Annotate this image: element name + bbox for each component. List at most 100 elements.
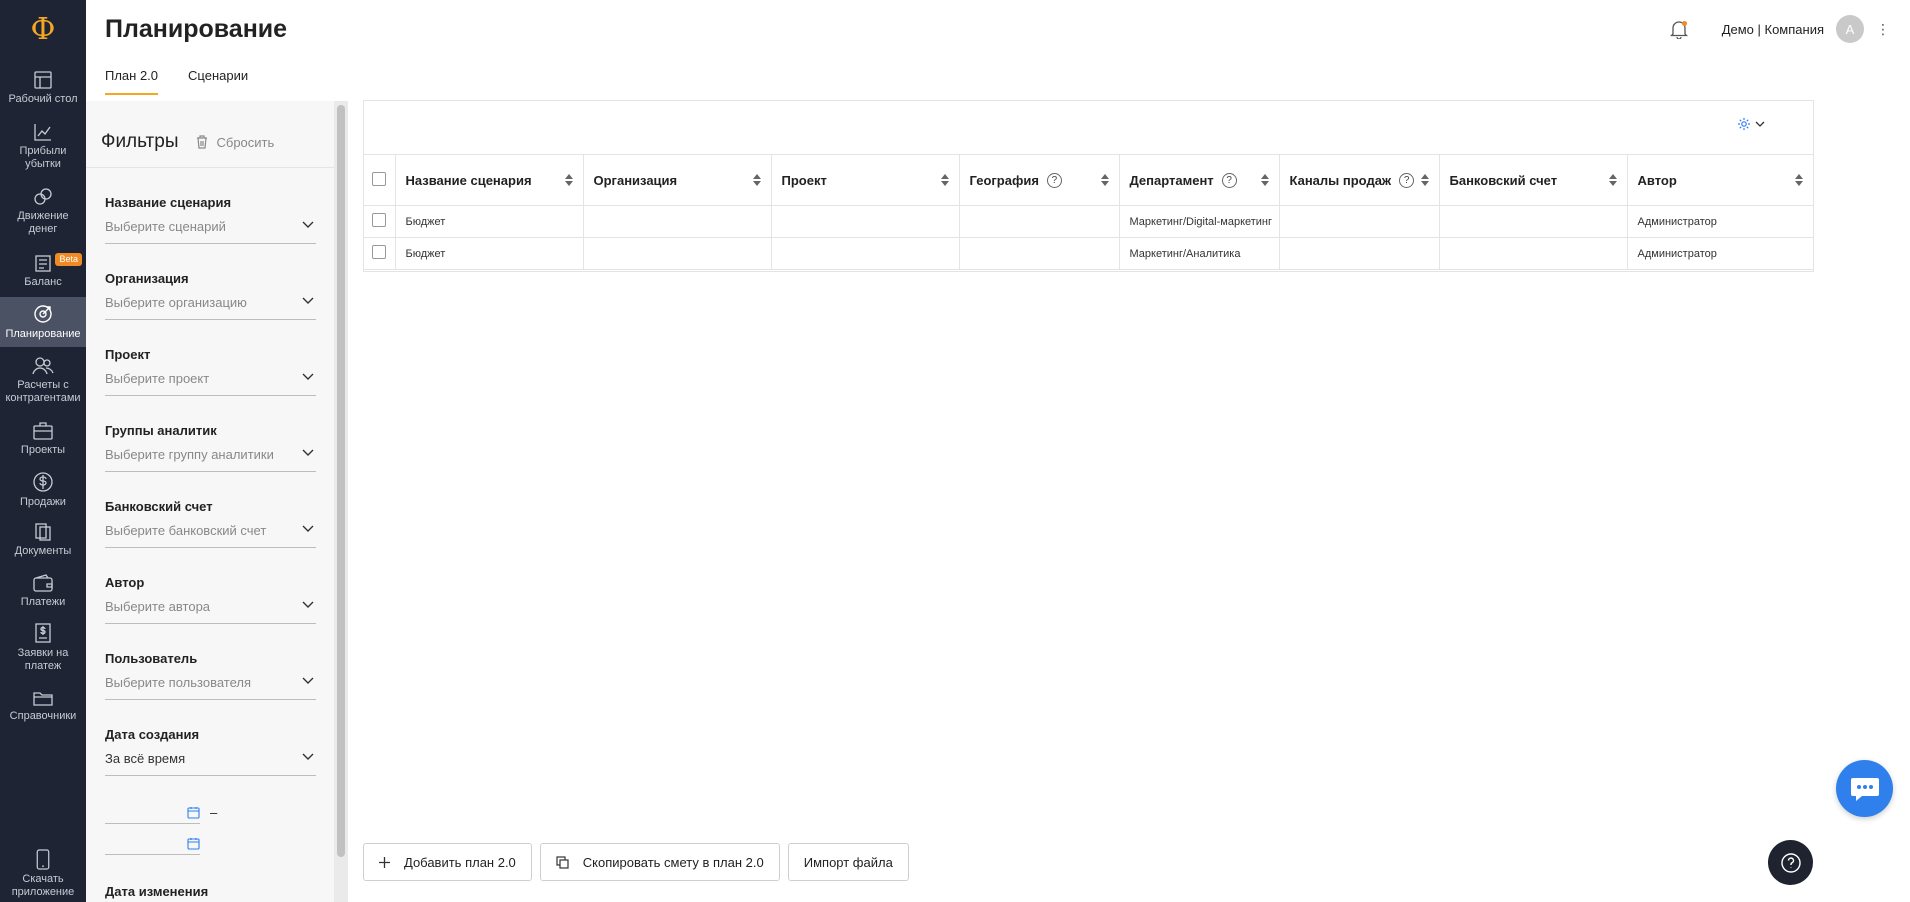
wallet-icon <box>33 574 53 592</box>
column-header-scenario[interactable]: Название сценария <box>394 154 584 206</box>
column-label: Организация <box>593 172 678 188</box>
sidebar-item-label: Прибыли <box>19 145 67 157</box>
sort-icon[interactable] <box>1100 174 1109 186</box>
cell-sales-channels <box>1278 237 1440 270</box>
column-header-geography[interactable]: География? <box>958 154 1120 206</box>
notifications-button[interactable] <box>1664 14 1694 44</box>
row-checkbox-cell <box>364 237 396 270</box>
reset-filters-button[interactable]: Сбросить <box>196 135 274 150</box>
briefcase-icon <box>33 422 53 440</box>
row-checkbox[interactable] <box>372 213 386 227</box>
sort-icon[interactable] <box>1795 174 1803 186</box>
cell-department: Маркетинг/Аналитика <box>1118 237 1280 270</box>
sidebar-item-references[interactable]: Справочники <box>0 689 86 729</box>
avatar[interactable]: А <box>1836 15 1864 43</box>
table-row[interactable]: Бюджет Маркетинг/Digital-маркетинг Админ… <box>364 205 1813 238</box>
sidebar-item-download-app[interactable]: Скачать приложение <box>0 849 86 899</box>
add-plan-button[interactable]: Добавить план 2.0 <box>363 843 532 881</box>
sidebar-item-desktop[interactable]: Рабочий стол <box>0 70 86 112</box>
help-circle-icon <box>1780 852 1801 873</box>
cell-department: Маркетинг/Digital-маркетинг <box>1118 205 1280 238</box>
select-placeholder: Выберите проект <box>105 371 210 386</box>
sidebar-item-label: Движение <box>17 210 69 222</box>
tab-plan-2[interactable]: План 2.0 <box>105 68 159 95</box>
bank-account-select[interactable]: Выберите банковский счет <box>105 523 316 548</box>
filter-label: Дата создания <box>105 727 200 742</box>
help-icon[interactable]: ? <box>1221 172 1237 188</box>
sort-icon[interactable] <box>1420 174 1429 186</box>
sidebar-item-label: контрагентами <box>5 392 81 404</box>
author-select[interactable]: Выберите автора <box>105 599 316 624</box>
table-settings-button[interactable] <box>1737 117 1765 131</box>
chevron-down-icon <box>302 221 314 228</box>
help-button[interactable] <box>1768 840 1813 885</box>
tab-scenarios[interactable]: Сценарии <box>188 68 248 95</box>
sidebar-item-sales[interactable]: Продажи <box>0 471 86 511</box>
filter-analytics-group: Группы аналитик Выберите группу аналитик… <box>105 423 316 472</box>
column-header-author[interactable]: Автор <box>1626 154 1813 206</box>
chat-button[interactable] <box>1836 760 1893 817</box>
sidebar-item-payment-requests[interactable]: Заявки на платеж <box>0 622 86 676</box>
more-menu-icon[interactable]: ⋮ <box>1876 21 1890 38</box>
trash-icon <box>197 135 208 149</box>
chevron-down-icon <box>302 753 314 760</box>
column-header-organization[interactable]: Организация <box>582 154 772 206</box>
created-date-select[interactable]: За всё время <box>105 751 316 776</box>
filter-label: Группы аналитик <box>105 423 217 438</box>
column-header-project[interactable]: Проект <box>770 154 960 206</box>
chat-icon <box>1850 777 1879 801</box>
header-right: Демо | Компания А ⋮ <box>1664 14 1890 44</box>
organization-select[interactable]: Выберите организацию <box>105 295 316 320</box>
row-checkbox[interactable] <box>372 245 386 259</box>
sidebar-item-profit[interactable]: Прибыли убытки <box>0 122 86 176</box>
cell-bank-account <box>1438 205 1628 238</box>
beta-badge: Beta <box>55 253 82 266</box>
sidebar-item-label: Продажи <box>20 496 66 508</box>
filter-organization: Организация Выберите организацию <box>105 271 316 320</box>
cell-organization <box>582 205 772 238</box>
company-name[interactable]: Демо | Компания <box>1722 22 1824 37</box>
sort-icon[interactable] <box>1608 174 1617 186</box>
filter-label: Автор <box>105 575 145 590</box>
column-header-bank-account[interactable]: Банковский счет <box>1438 154 1628 206</box>
sidebar-item-balance[interactable]: Beta Баланс <box>0 253 86 293</box>
project-select[interactable]: Выберите проект <box>105 371 316 396</box>
select-placeholder: Выберите группу аналитики <box>105 447 274 462</box>
chevron-down-icon <box>302 373 314 380</box>
sidebar-item-label: Справочники <box>9 710 77 722</box>
scenario-select[interactable]: Выберите сценарий <box>105 219 316 244</box>
copy-estimate-button[interactable]: Скопировать смету в план 2.0 <box>539 843 780 881</box>
filter-created-date: Дата создания За всё время <box>105 727 316 776</box>
table-row[interactable]: Бюджет Маркетинг/Аналитика Администратор <box>364 237 1813 270</box>
logo[interactable]: Ф <box>0 0 86 58</box>
sidebar-item-planning[interactable]: Планирование <box>0 297 86 347</box>
sort-icon[interactable] <box>564 174 573 186</box>
sidebar-item-projects[interactable]: Проекты <box>0 421 86 461</box>
sidebar-item-counterparties[interactable]: Расчеты с контрагентами <box>0 356 86 410</box>
column-label: Название сценария <box>405 172 532 188</box>
date-from-input[interactable] <box>105 802 200 824</box>
scrollbar-thumb[interactable] <box>337 105 345 857</box>
help-icon[interactable]: ? <box>1046 172 1062 188</box>
import-file-button[interactable]: Импорт файла <box>787 843 909 881</box>
tabs: План 2.0 Сценарии <box>105 68 248 95</box>
date-to-input[interactable] <box>105 833 200 855</box>
column-header-department[interactable]: Департамент? <box>1118 154 1280 206</box>
column-header-sales-channels[interactable]: Каналы продаж? <box>1278 154 1440 206</box>
filters-scrollbar[interactable] <box>334 101 348 902</box>
sidebar-item-payments[interactable]: Платежи <box>0 573 86 613</box>
select-all-checkbox[interactable] <box>372 171 386 186</box>
filters-panel: Фильтры Сбросить Название сценария Выбер… <box>86 101 348 902</box>
plans-table: Название сценария Организация Проект Гео… <box>364 154 1813 270</box>
sidebar-item-documents[interactable]: Документы <box>0 522 86 562</box>
sort-icon[interactable] <box>752 174 761 186</box>
sidebar-item-label: Проекты <box>20 444 66 456</box>
button-label: Импорт файла <box>803 854 893 870</box>
sidebar-item-cashflow[interactable]: Движение денег <box>0 187 86 241</box>
analytics-group-select[interactable]: Выберите группу аналитики <box>105 447 316 472</box>
cell-project <box>770 237 960 270</box>
sort-icon[interactable] <box>940 174 949 186</box>
help-icon[interactable]: ? <box>1399 172 1415 188</box>
sort-icon[interactable] <box>1260 174 1269 186</box>
user-select[interactable]: Выберите пользователя <box>105 675 316 700</box>
